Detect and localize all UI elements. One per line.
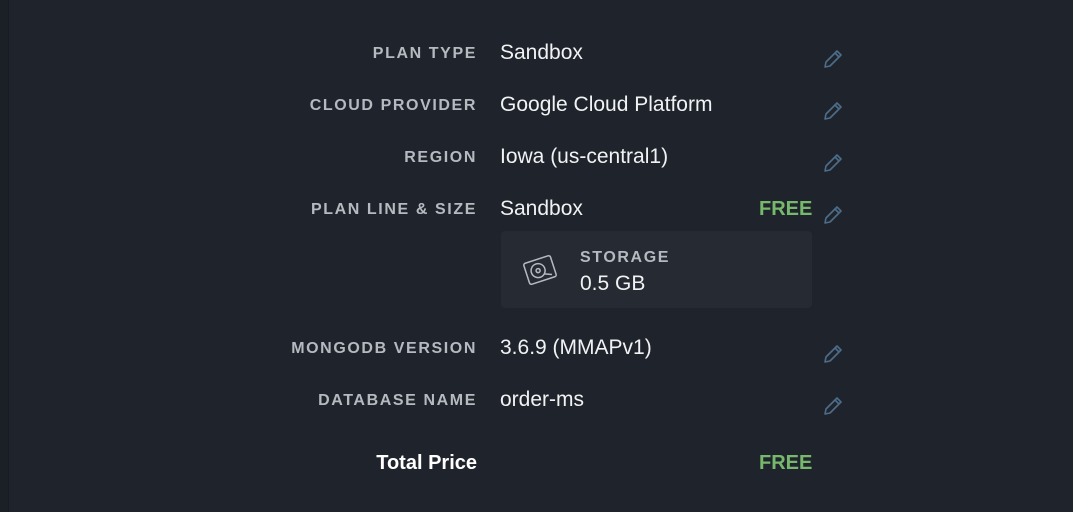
plan-price-badge: FREE bbox=[759, 198, 813, 220]
row-region: REGION Iowa (us-central1) bbox=[9, 145, 1073, 175]
total-price-label: Total Price bbox=[376, 452, 477, 474]
edit-plan-line-size-pencil-icon[interactable] bbox=[821, 203, 845, 227]
row-plan-type: PLAN TYPE Sandbox bbox=[9, 41, 1073, 71]
row-database-name: DATABASE NAME order-ms bbox=[9, 388, 1073, 418]
storage-label: STORAGE bbox=[580, 249, 671, 266]
database-name-value: order-ms bbox=[500, 388, 585, 411]
row-mongodb-version: MONGODB VERSION 3.6.9 (MMAPv1) bbox=[9, 336, 1073, 366]
plan-type-value: Sandbox bbox=[500, 41, 583, 64]
cloud-provider-value: Google Cloud Platform bbox=[500, 93, 713, 116]
edit-database-name-pencil-icon[interactable] bbox=[821, 394, 845, 418]
plan-line-size-label: PLAN LINE & SIZE bbox=[310, 201, 477, 218]
plan-type-label: PLAN TYPE bbox=[372, 45, 477, 62]
pencil-icon bbox=[824, 345, 842, 363]
row-plan-line-size: PLAN LINE & SIZE Sandbox FREE bbox=[9, 197, 1073, 227]
total-price-value: FREE bbox=[759, 452, 813, 474]
hard-drive-icon bbox=[521, 253, 559, 287]
edit-mongodb-version-pencil-icon[interactable] bbox=[821, 342, 845, 366]
pencil-icon bbox=[824, 154, 842, 172]
database-name-label: DATABASE NAME bbox=[318, 392, 477, 409]
pencil-icon bbox=[824, 50, 842, 68]
pencil-icon bbox=[824, 102, 842, 120]
cluster-summary-panel: PLAN TYPE Sandbox CLOUD PROVIDER Google … bbox=[8, 0, 1073, 512]
edit-region-pencil-icon[interactable] bbox=[821, 151, 845, 175]
mongodb-version-label: MONGODB VERSION bbox=[291, 340, 477, 357]
pencil-icon bbox=[824, 206, 842, 224]
edit-cloud-provider-pencil-icon[interactable] bbox=[821, 99, 845, 123]
row-cloud-provider: CLOUD PROVIDER Google Cloud Platform bbox=[9, 93, 1073, 123]
pencil-icon bbox=[824, 397, 842, 415]
storage-card: STORAGE 0.5 GB bbox=[501, 231, 812, 308]
region-label: REGION bbox=[404, 149, 477, 166]
storage-value: 0.5 GB bbox=[580, 272, 646, 295]
region-value: Iowa (us-central1) bbox=[500, 145, 669, 168]
plan-line-size-value: Sandbox bbox=[500, 197, 583, 220]
mongodb-version-value: 3.6.9 (MMAPv1) bbox=[500, 336, 652, 359]
cloud-provider-label: CLOUD PROVIDER bbox=[309, 97, 477, 114]
edit-plan-type-pencil-icon[interactable] bbox=[821, 47, 845, 71]
